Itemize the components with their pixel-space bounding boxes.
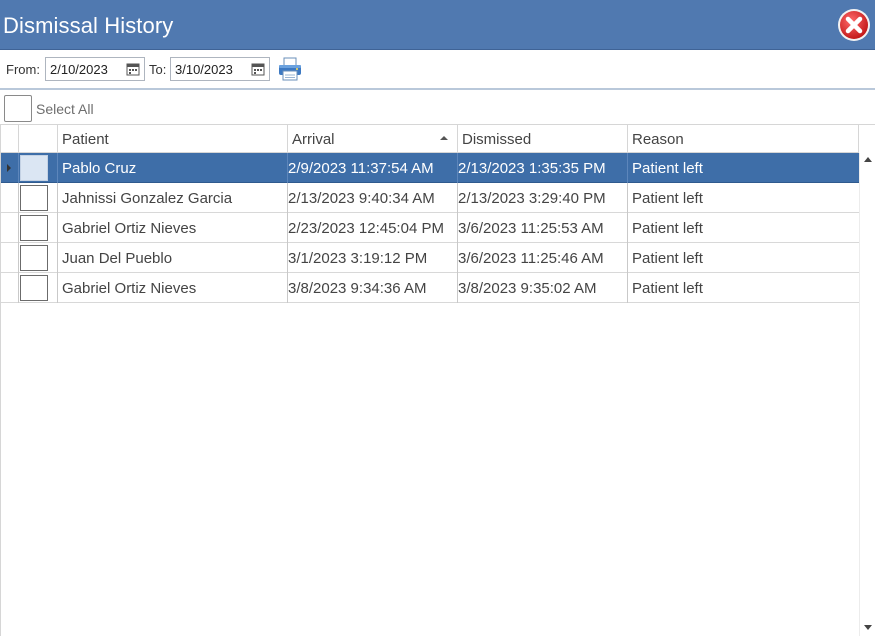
column-header-label: Patient [62, 131, 109, 148]
column-header-label: Dismissed [462, 131, 532, 148]
scroll-down-arrow-icon[interactable] [864, 625, 872, 630]
grid-header: Patient Arrival Dismissed Reason [1, 125, 859, 153]
table-row[interactable]: Pablo Cruz 2/9/2023 11:37:54 AM 2/13/202… [1, 153, 859, 183]
dismissal-grid: Patient Arrival Dismissed Reason Pablo C… [0, 125, 875, 636]
row-checkbox[interactable] [20, 155, 48, 181]
dismissed-cell: 2/13/2023 1:35:35 PM [458, 160, 606, 177]
column-header-patient[interactable]: Patient [58, 125, 288, 153]
from-label: From: [6, 62, 40, 77]
column-header-arrival[interactable]: Arrival [288, 125, 458, 153]
dismissed-cell: 2/13/2023 3:29:40 PM [458, 190, 606, 207]
table-row[interactable]: Gabriel Ortiz Nieves 2/23/2023 12:45:04 … [1, 213, 859, 243]
patient-cell: Gabriel Ortiz Nieves [62, 280, 197, 297]
title-bar: Dismissal History [0, 0, 875, 50]
dismissed-cell: 3/6/2023 11:25:46 AM [458, 250, 604, 267]
arrival-cell: 3/8/2023 9:34:36 AM [288, 280, 427, 297]
column-header-label: Reason [632, 131, 684, 148]
from-date-value[interactable]: 2/10/2023 [50, 62, 108, 77]
row-checkbox[interactable] [20, 185, 48, 211]
current-row-indicator-icon [7, 164, 11, 172]
scroll-up-arrow-icon[interactable] [864, 157, 872, 162]
print-button[interactable] [277, 56, 303, 82]
to-label: To: [149, 62, 167, 77]
sort-ascending-icon [440, 136, 448, 140]
select-all-row: Select All [0, 91, 875, 125]
reason-cell: Patient left [632, 280, 703, 297]
table-row[interactable]: Jahnissi Gonzalez Garcia 2/13/2023 9:40:… [1, 183, 859, 213]
row-checkbox[interactable] [20, 245, 48, 271]
table-row[interactable]: Juan Del Pueblo 3/1/2023 3:19:12 PM 3/6/… [1, 243, 859, 273]
printer-icon [279, 57, 301, 81]
arrival-cell: 2/13/2023 9:40:34 AM [288, 190, 435, 207]
window-title: Dismissal History [3, 13, 174, 38]
table-row[interactable]: Gabriel Ortiz Nieves 3/8/2023 9:34:36 AM… [1, 273, 859, 303]
arrival-cell: 2/23/2023 12:45:04 PM [288, 220, 444, 237]
calendar-icon[interactable] [251, 62, 265, 76]
to-date-value[interactable]: 3/10/2023 [175, 62, 233, 77]
dismissed-cell: 3/8/2023 9:35:02 AM [458, 280, 597, 297]
select-all-label: Select All [36, 101, 94, 117]
close-button[interactable] [837, 8, 871, 42]
column-header-label: Arrival [292, 131, 335, 148]
column-header-dismissed[interactable]: Dismissed [458, 125, 628, 153]
patient-cell: Gabriel Ortiz Nieves [62, 220, 197, 237]
indicator-header [1, 125, 19, 153]
select-all-checkbox[interactable] [4, 95, 32, 122]
column-header-reason[interactable]: Reason [628, 125, 859, 153]
from-date-picker[interactable]: 2/10/2023 [45, 57, 145, 81]
calendar-icon[interactable] [126, 62, 140, 76]
close-icon [838, 9, 870, 41]
row-checkbox[interactable] [20, 215, 48, 241]
patient-cell: Jahnissi Gonzalez Garcia [62, 190, 233, 207]
row-checkbox[interactable] [20, 275, 48, 301]
to-date-picker[interactable]: 3/10/2023 [170, 57, 270, 81]
arrival-cell: 3/1/2023 3:19:12 PM [288, 250, 428, 267]
checkbox-header [19, 125, 58, 153]
vertical-scrollbar[interactable] [859, 153, 875, 636]
date-filter-toolbar: From: 2/10/2023 To: 3/10/2023 [0, 50, 875, 90]
reason-cell: Patient left [632, 190, 703, 207]
patient-cell: Juan Del Pueblo [62, 250, 173, 267]
reason-cell: Patient left [632, 220, 703, 237]
arrival-cell: 2/9/2023 11:37:54 AM [288, 160, 434, 177]
dismissed-cell: 3/6/2023 11:25:53 AM [458, 220, 604, 237]
patient-cell: Pablo Cruz [62, 160, 137, 177]
reason-cell: Patient left [632, 160, 703, 177]
reason-cell: Patient left [632, 250, 703, 267]
